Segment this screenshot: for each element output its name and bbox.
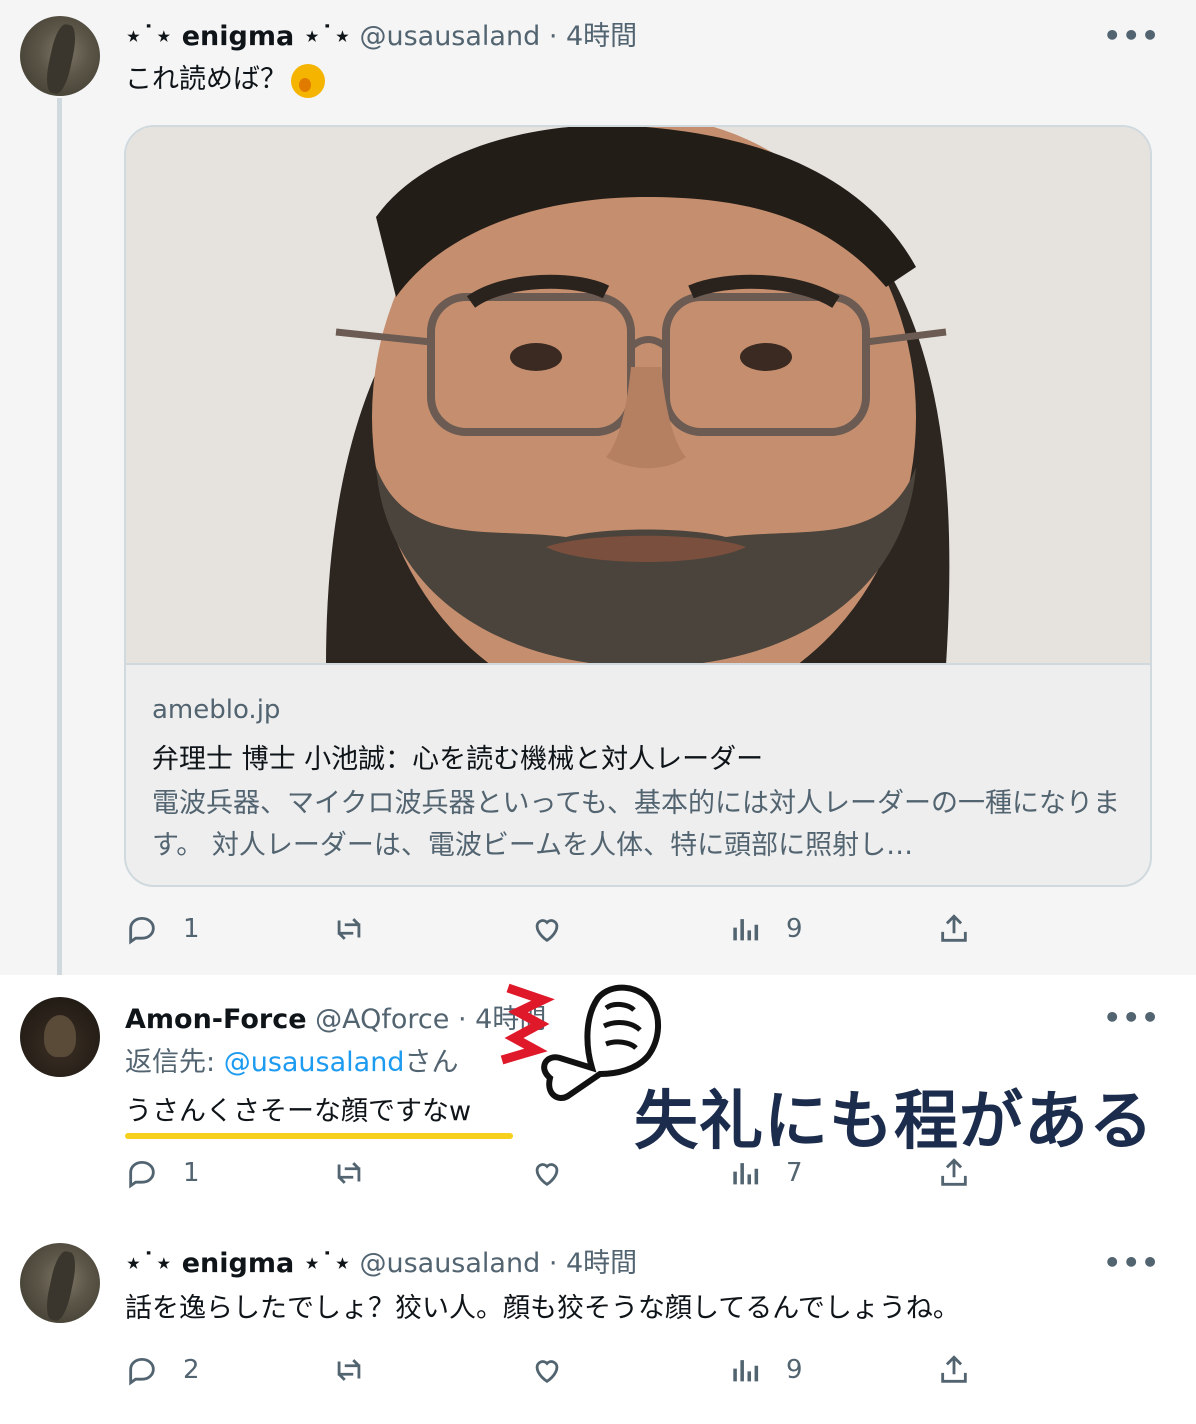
link-card-description: 電波兵器、マイクロ波兵器といっても、基本的には対人レーダーの一種になります。 対… bbox=[152, 788, 1120, 861]
heart-icon bbox=[535, 1360, 559, 1384]
tweet-1[interactable]: ⋆˙⋆ enigma ⋆˙⋆ @usausaland · 4時間 ••• これ読… bbox=[0, 0, 1196, 975]
views-icon bbox=[733, 919, 759, 941]
views-count: 9 bbox=[786, 1355, 803, 1385]
tweet-text-body: これ読めば？ bbox=[125, 64, 287, 95]
separator: · bbox=[548, 21, 558, 52]
reply-button[interactable]: 1 bbox=[125, 912, 200, 946]
tweet-3[interactable]: ⋆˙⋆ enigma ⋆˙⋆ @usausaland · 4時間 ••• 話を逸… bbox=[0, 1215, 1196, 1424]
like-button[interactable] bbox=[530, 912, 564, 946]
display-name[interactable]: ⋆˙⋆ enigma ⋆˙⋆ bbox=[125, 1248, 351, 1279]
tweet-text: うさんくさそーな顔ですなw bbox=[125, 1096, 472, 1127]
views-count: 9 bbox=[786, 914, 803, 944]
avatar[interactable] bbox=[20, 997, 100, 1077]
thread-connector-1 bbox=[57, 98, 62, 975]
tweet-header: Amon-Force @AQforce · 4時間 bbox=[125, 1002, 546, 1038]
timestamp[interactable]: 4時間 bbox=[566, 1248, 637, 1279]
more-options-icon[interactable]: ••• bbox=[1103, 1004, 1160, 1032]
views-button[interactable]: 9 bbox=[728, 912, 803, 946]
user-handle[interactable]: @usausaland bbox=[359, 21, 540, 52]
views-icon bbox=[733, 1360, 759, 1382]
share-icon bbox=[941, 1355, 967, 1383]
avatar[interactable] bbox=[20, 1243, 100, 1323]
tweet-actions: 1 7 bbox=[125, 1156, 1025, 1200]
reply-icon bbox=[129, 1160, 155, 1189]
tweet-actions: 1 9 bbox=[125, 912, 1025, 956]
share-button[interactable] bbox=[937, 912, 971, 946]
reply-context: 返信先: @usausalandさん bbox=[125, 1045, 458, 1081]
reply-mention-link[interactable]: @usausaland bbox=[224, 1047, 405, 1078]
heart-icon bbox=[535, 1163, 559, 1187]
timestamp[interactable]: 4時間 bbox=[566, 21, 637, 52]
separator: · bbox=[548, 1248, 558, 1279]
link-card[interactable]: ameblo.jp 弁理士 博士 小池誠：心を読む機械と対人レーダー 電波兵器、… bbox=[124, 125, 1152, 887]
tweet-header: ⋆˙⋆ enigma ⋆˙⋆ @usausaland · 4時間 bbox=[125, 1246, 637, 1282]
user-handle[interactable]: @AQforce bbox=[315, 1004, 449, 1035]
tweet-text: これ読めば？ bbox=[125, 62, 325, 98]
reply-count: 1 bbox=[183, 1158, 200, 1188]
tweet-text: 話を逸らしたでしょ？狡い人。顔も狡そうな顔してるんでしょうね。 bbox=[125, 1293, 960, 1324]
tweet-actions: 2 9 bbox=[125, 1353, 1025, 1397]
share-button[interactable] bbox=[937, 1353, 971, 1387]
views-count: 7 bbox=[786, 1158, 803, 1188]
more-options-icon[interactable]: ••• bbox=[1103, 1249, 1160, 1277]
retweet-icon bbox=[337, 918, 361, 940]
heart-icon bbox=[535, 919, 559, 943]
retweet-icon bbox=[337, 1359, 361, 1381]
reply-button[interactable]: 1 bbox=[125, 1156, 200, 1190]
display-name[interactable]: Amon-Force bbox=[125, 1004, 307, 1035]
reply-count: 2 bbox=[183, 1355, 200, 1385]
reply-prefix: 返信先: bbox=[125, 1047, 216, 1078]
yawning-face-emoji-icon bbox=[291, 63, 325, 98]
highlight-underline bbox=[125, 1133, 513, 1139]
portrait-photo bbox=[126, 127, 1150, 663]
reply-button[interactable]: 2 bbox=[125, 1353, 200, 1387]
user-handle[interactable]: @usausaland bbox=[359, 1248, 540, 1279]
reply-icon bbox=[129, 916, 155, 945]
retweet-button[interactable] bbox=[332, 912, 366, 946]
link-card-title[interactable]: 弁理士 博士 小池誠：心を読む機械と対人レーダー bbox=[152, 737, 763, 776]
retweet-icon bbox=[337, 1162, 361, 1184]
retweet-button[interactable] bbox=[332, 1156, 366, 1190]
reply-count: 1 bbox=[183, 914, 200, 944]
like-button[interactable] bbox=[530, 1156, 564, 1190]
reply-suffix: さん bbox=[404, 1047, 459, 1078]
link-card-domain[interactable]: ameblo.jp bbox=[152, 695, 280, 725]
link-card-image[interactable] bbox=[126, 127, 1150, 665]
views-button[interactable]: 9 bbox=[728, 1353, 803, 1387]
reply-icon bbox=[129, 1357, 155, 1386]
separator: · bbox=[457, 1004, 467, 1035]
like-button[interactable] bbox=[530, 1353, 564, 1387]
tweet-header: ⋆˙⋆ enigma ⋆˙⋆ @usausaland · 4時間 bbox=[125, 19, 637, 55]
avatar[interactable] bbox=[20, 16, 100, 96]
overlay-caption: 失礼にも程がある bbox=[634, 1085, 1154, 1159]
share-icon bbox=[941, 914, 967, 942]
more-options-icon[interactable]: ••• bbox=[1103, 22, 1160, 50]
display-name[interactable]: ⋆˙⋆ enigma ⋆˙⋆ bbox=[125, 21, 351, 52]
retweet-button[interactable] bbox=[332, 1353, 366, 1387]
